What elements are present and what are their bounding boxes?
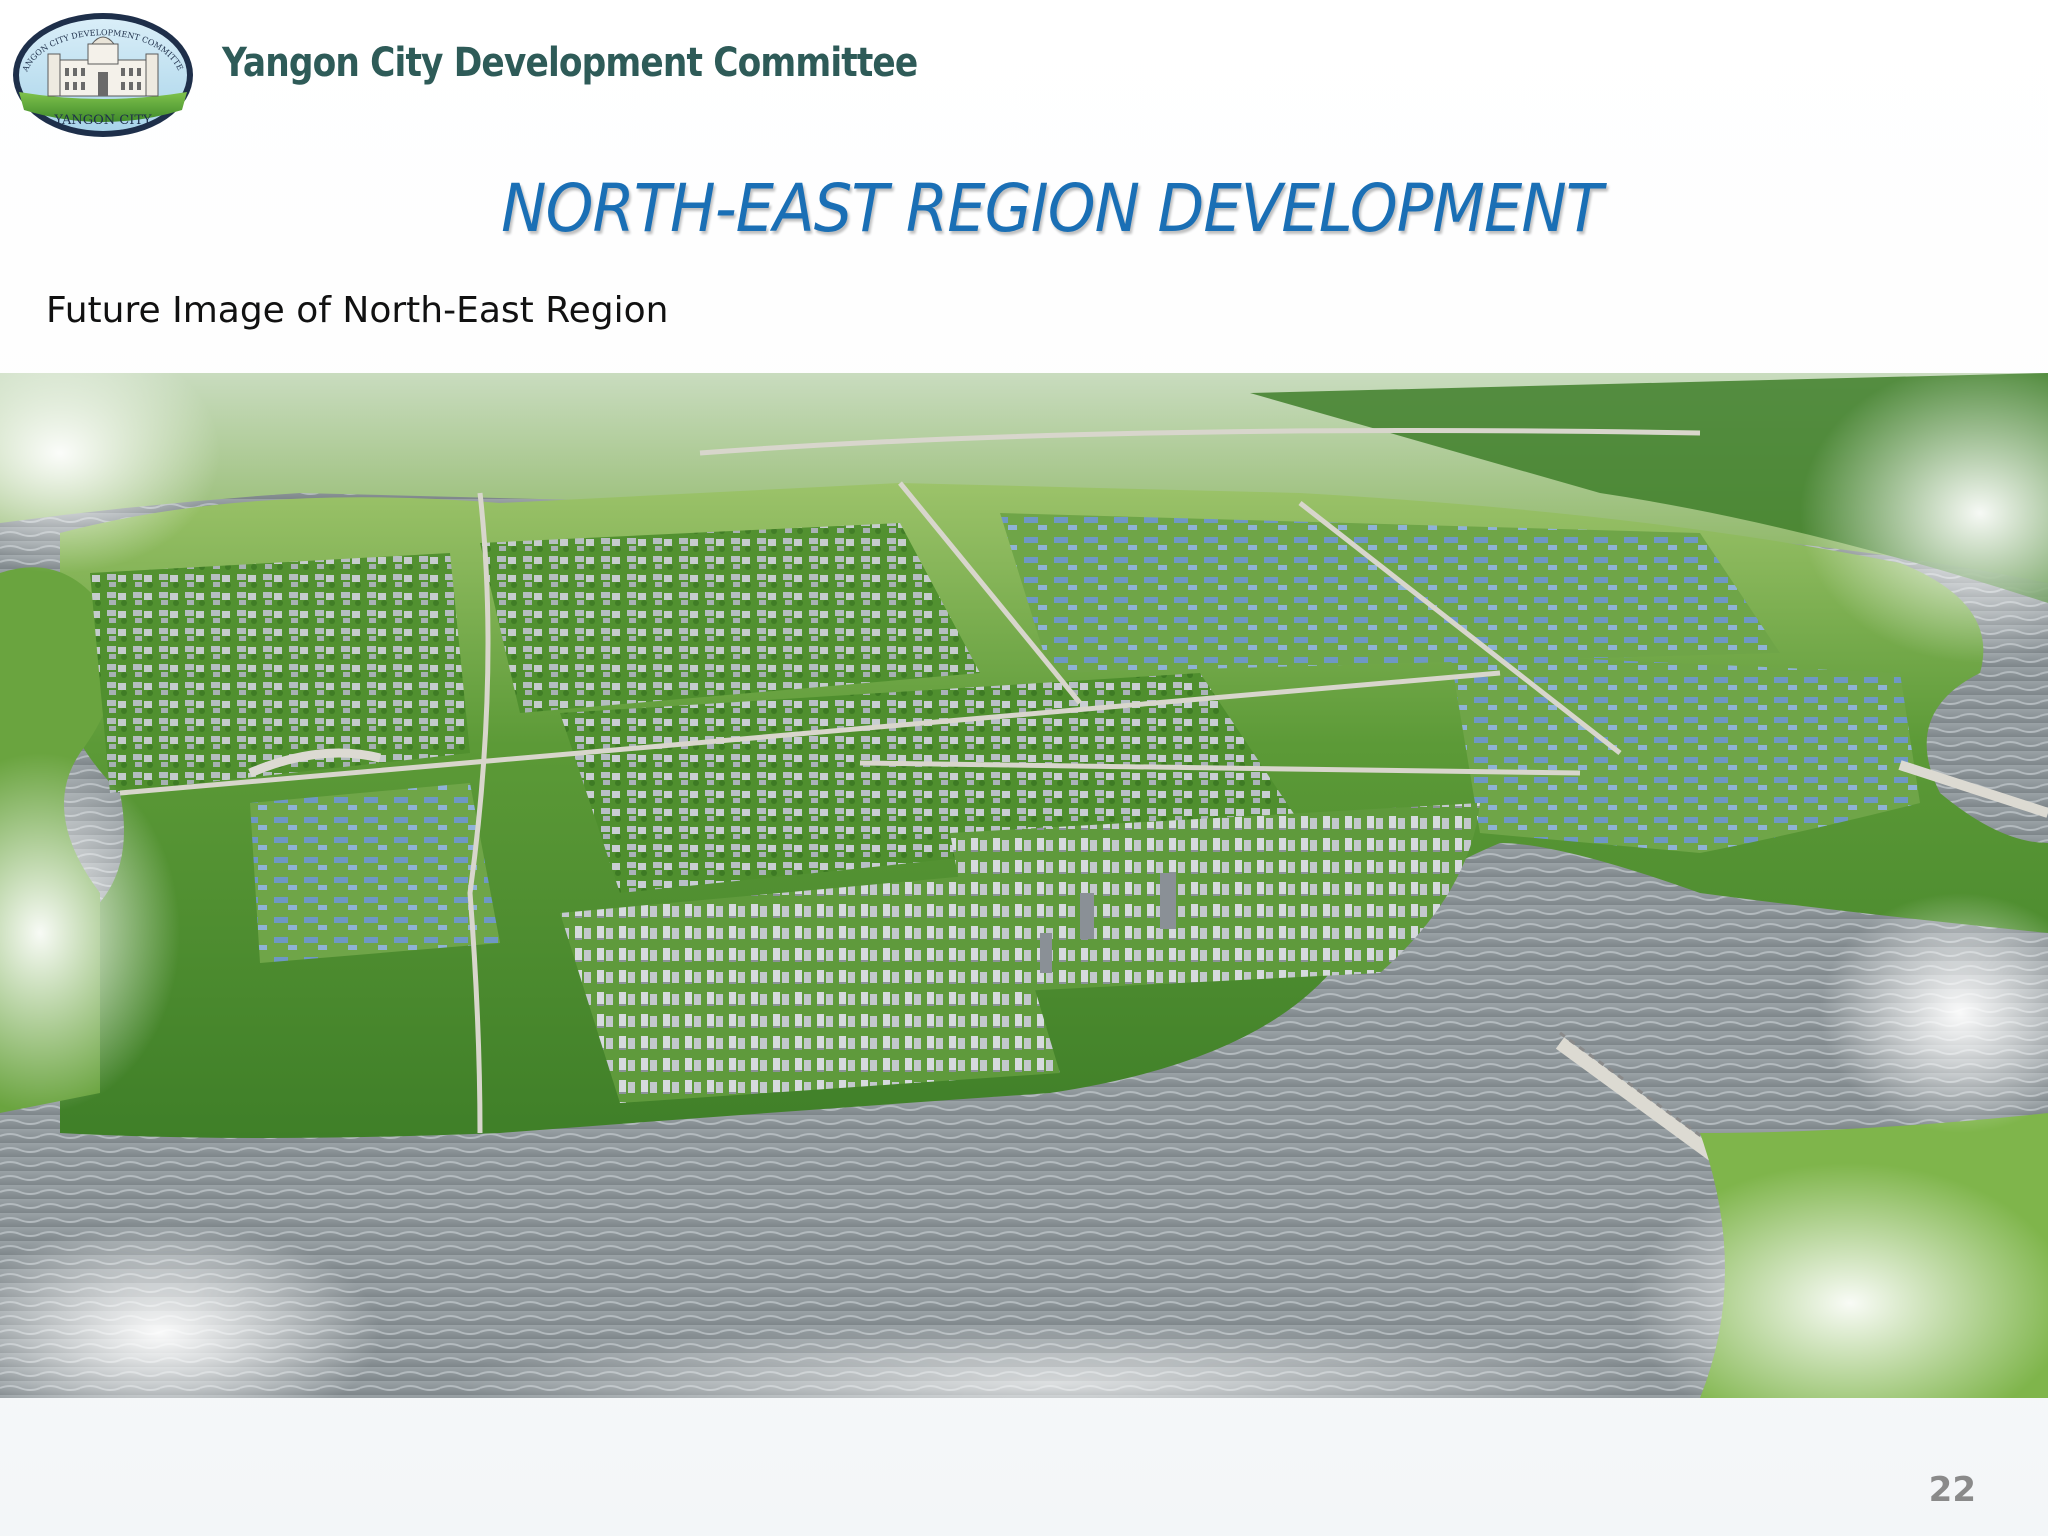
- slide-title: NORTH-EAST REGION DEVELOPMENT: [501, 170, 1603, 247]
- logo-label: YANGON CITY: [53, 113, 152, 128]
- organization-name: Yangon City Development Committee: [222, 40, 918, 86]
- highrise-core-south: [560, 873, 1060, 1103]
- industrial-district-north: [1000, 513, 1780, 673]
- residential-district-west: [90, 553, 470, 793]
- aerial-city-rendering: [0, 333, 2048, 1443]
- city-illustration: [0, 333, 2048, 1443]
- page-number: 22: [1928, 1470, 1976, 1510]
- ycdc-logo: YANGON CITY YANGON CITY DEVELOPMENT COMM…: [7, 3, 196, 140]
- slide-subtitle: Future Image of North-East Region: [46, 290, 669, 331]
- industrial-district-southwest: [250, 783, 500, 963]
